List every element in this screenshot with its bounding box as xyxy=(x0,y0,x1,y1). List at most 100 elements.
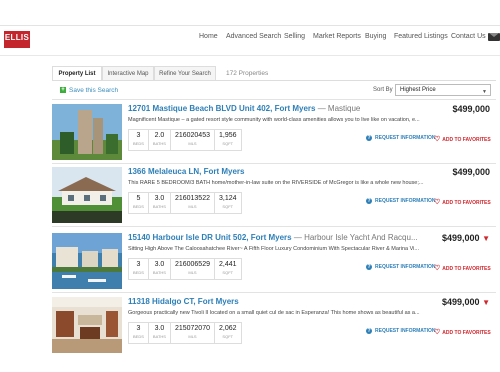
listing-stats: 5 BEDS 3.0 BATHS 216013522 MLS 3,124 SQFT xyxy=(128,192,242,214)
stat-sqft: 1,956 SQFT xyxy=(214,129,242,151)
listing-photo[interactable] xyxy=(52,233,122,289)
listing-address[interactable]: 12701 Mastique Beach BLVD Unit 402, Fort… xyxy=(128,104,315,113)
request-info-button[interactable]: ? REQUEST INFORMATION xyxy=(366,135,435,141)
tab-interactive-map[interactable]: Interactive Map xyxy=(102,66,154,80)
stat-label: SQFT xyxy=(222,334,234,339)
nav-buying[interactable]: Buying xyxy=(365,33,386,40)
price-drop-icon: ▼ xyxy=(482,298,490,307)
stat-value: 1,956 xyxy=(219,132,237,139)
heart-icon: ♡ xyxy=(434,199,441,206)
stat-label: BATHS xyxy=(152,204,166,209)
add-favorite-button[interactable]: ♡ ADD TO FAVORITES xyxy=(434,264,491,272)
stat-value: 5 xyxy=(136,195,141,202)
stat-label: BEDS xyxy=(133,270,144,275)
listing-card: 15140 Harbour Isle DR Unit 502, Fort Mye… xyxy=(52,231,496,293)
nav-contact-us[interactable]: Contact Us xyxy=(451,33,486,40)
stat-value: 3 xyxy=(136,325,141,332)
listing-photo[interactable] xyxy=(52,167,122,223)
mail-icon[interactable] xyxy=(488,33,500,41)
request-info-label: REQUEST INFORMATION xyxy=(375,264,436,270)
heart-icon: ♡ xyxy=(434,265,441,272)
stat-value: 216020453 xyxy=(174,132,210,139)
stat-mls: 216006529 MLS xyxy=(169,258,214,280)
listing-address[interactable]: 11318 Hidalgo CT, Fort Myers xyxy=(128,297,239,306)
chevron-down-icon: ▼ xyxy=(482,89,487,95)
request-info-label: REQUEST INFORMATION xyxy=(375,135,436,141)
price-value: $499,000 xyxy=(442,233,480,243)
stat-mls: 216013522 MLS xyxy=(169,192,214,214)
stat-mls: 216020453 MLS xyxy=(169,129,214,151)
listing-title[interactable]: 1366 Melaleuca LN, Fort Myers xyxy=(128,167,418,176)
tab-property-list[interactable]: Property List xyxy=(52,66,102,80)
stat-value: 216013522 xyxy=(174,195,210,202)
nav-market-reports[interactable]: Market Reports xyxy=(313,33,361,40)
stat-value: 2,441 xyxy=(219,261,237,268)
listing-photo[interactable] xyxy=(52,104,122,160)
stat-beds: 3 BEDS xyxy=(128,129,148,151)
tab-refine-search[interactable]: Refine Your Search xyxy=(154,66,216,80)
listing-card: 1366 Melaleuca LN, Fort Myers $499,000 T… xyxy=(52,165,496,227)
sort-label: Sort By xyxy=(373,87,393,93)
results-count: 172 Properties xyxy=(226,70,269,77)
divider xyxy=(52,163,496,164)
add-favorite-button[interactable]: ♡ ADD TO FAVORITES xyxy=(434,135,491,143)
stat-label: MLS xyxy=(188,204,197,209)
listing-stats: 3 BEDS 2.0 BATHS 216020453 MLS 1,956 SQFT xyxy=(128,129,242,151)
listing-title[interactable]: 11318 Hidalgo CT, Fort Myers xyxy=(128,297,418,306)
question-icon: ? xyxy=(366,198,372,204)
divider xyxy=(52,292,496,293)
stat-label: SQFT xyxy=(222,141,234,146)
stat-label: MLS xyxy=(188,270,197,275)
price-value: $499,000 xyxy=(452,167,490,177)
listing-title[interactable]: 15140 Harbour Isle DR Unit 502, Fort Mye… xyxy=(128,233,418,242)
listing-address[interactable]: 15140 Harbour Isle DR Unit 502, Fort Mye… xyxy=(128,233,292,242)
stat-value: 3.0 xyxy=(154,325,165,332)
divider xyxy=(0,55,500,56)
question-icon: ? xyxy=(366,135,372,141)
stat-value: 2.0 xyxy=(154,132,165,139)
request-info-label: REQUEST INFORMATION xyxy=(375,198,436,204)
price-drop-icon: ▼ xyxy=(482,234,490,243)
listing-card: 11318 Hidalgo CT, Fort Myers $499,000 ▼ … xyxy=(52,295,496,357)
save-search-label: Save this Search xyxy=(69,87,119,94)
sort-select[interactable]: Highest Price ▼ xyxy=(395,84,491,96)
divider xyxy=(52,226,496,227)
heart-icon: ♡ xyxy=(434,329,441,336)
stat-value: 215072070 xyxy=(174,325,210,332)
request-info-button[interactable]: ? REQUEST INFORMATION xyxy=(366,328,435,334)
top-bar xyxy=(0,0,500,26)
nav-featured-listings[interactable]: Featured Listings xyxy=(394,33,448,40)
stat-label: BATHS xyxy=(152,270,166,275)
sort-value: Highest Price xyxy=(400,87,436,93)
question-icon: ? xyxy=(366,328,372,334)
price-value: $499,000 xyxy=(452,104,490,114)
stat-label: MLS xyxy=(188,141,197,146)
listing-price: $499,000 xyxy=(452,104,490,114)
price-value: $499,000 xyxy=(442,297,480,307)
stat-baths: 2.0 BATHS xyxy=(147,129,170,151)
request-info-button[interactable]: ? REQUEST INFORMATION xyxy=(366,264,435,270)
nav-home[interactable]: Home xyxy=(199,33,218,40)
stat-value: 216006529 xyxy=(174,261,210,268)
brand-logo[interactable]: ELLIS xyxy=(4,31,30,45)
heart-icon: ♡ xyxy=(434,136,441,143)
listing-address[interactable]: 1366 Melaleuca LN, Fort Myers xyxy=(128,167,245,176)
divider xyxy=(0,25,500,26)
add-favorite-button[interactable]: ♡ ADD TO FAVORITES xyxy=(434,198,491,206)
listing-community: — Harbour Isle Yacht And Racqu... xyxy=(291,233,418,242)
listing-stats: 3 BEDS 3.0 BATHS 215072070 MLS 2,062 SQFT xyxy=(128,322,242,344)
listing-title[interactable]: 12701 Mastique Beach BLVD Unit 402, Fort… xyxy=(128,104,418,113)
nav-selling[interactable]: Selling xyxy=(284,33,305,40)
listing-description: Magnificent Mastique – a gated resort st… xyxy=(128,117,420,123)
add-favorite-button[interactable]: ♡ ADD TO FAVORITES xyxy=(434,328,491,336)
add-favorite-label: ADD TO FAVORITES xyxy=(442,330,491,336)
add-favorite-label: ADD TO FAVORITES xyxy=(442,137,491,143)
divider xyxy=(52,80,496,81)
save-search-link[interactable]: + Save this Search xyxy=(60,87,118,94)
request-info-button[interactable]: ? REQUEST INFORMATION xyxy=(366,198,435,204)
listing-photo[interactable] xyxy=(52,297,122,353)
plus-icon: + xyxy=(60,87,66,93)
stat-value: 3 xyxy=(136,261,141,268)
listing-price: $499,000 xyxy=(452,167,490,177)
nav-advanced-search[interactable]: Advanced Search xyxy=(226,33,281,40)
